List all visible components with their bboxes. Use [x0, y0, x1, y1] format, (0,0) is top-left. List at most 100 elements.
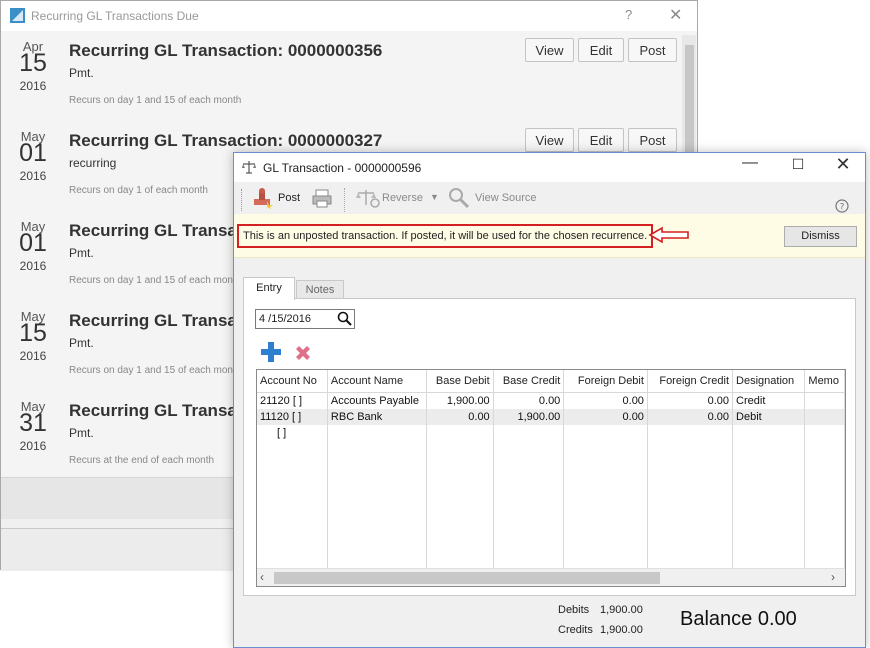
table-row-empty [257, 441, 845, 586]
cell-foreign-credit[interactable]: 0.00 [647, 409, 734, 425]
date-field[interactable]: 4 /15/2016 [255, 309, 355, 329]
recurring-window-titlebar: Recurring GL Transactions Due ? ✕ [1, 1, 697, 31]
item-description: Pmt. [69, 336, 94, 350]
debits-label: Debits [558, 604, 590, 616]
column-header[interactable]: Foreign Credit [647, 370, 734, 393]
table-row[interactable]: 11120 [ ] RBC Bank 0.00 1,900.00 0.00 0.… [257, 409, 845, 425]
item-recurrence: Recurs on day 1 and 15 of each month [69, 365, 242, 376]
cell-account-name[interactable]: RBC Bank [327, 409, 428, 425]
column-header[interactable]: Base Credit [493, 370, 565, 393]
transaction-grid: Account No Account Name Base Debit Base … [256, 369, 846, 587]
print-icon[interactable] [311, 187, 333, 209]
cell-account-name[interactable]: Accounts Payable [327, 392, 428, 409]
item-description: Pmt. [69, 426, 94, 440]
cell-designation[interactable]: Credit [732, 392, 806, 409]
help-icon[interactable]: ? [835, 199, 849, 213]
item-year: 2016 [19, 439, 47, 453]
toolbar-view-source-button: View Source [475, 192, 537, 204]
item-year: 2016 [19, 169, 47, 183]
cell-foreign-credit[interactable]: 0.00 [647, 392, 734, 409]
column-header[interactable]: Foreign Debit [563, 370, 648, 393]
cell-memo[interactable] [804, 409, 845, 425]
edit-button[interactable]: Edit [578, 128, 624, 152]
list-item: Apr 15 2016 Recurring GL Transaction: 00… [1, 31, 681, 121]
cell-foreign-credit[interactable] [647, 425, 734, 441]
column-header[interactable]: Base Debit [426, 370, 494, 393]
cell-designation[interactable]: Debit [732, 409, 806, 425]
item-year: 2016 [19, 259, 47, 273]
dismiss-button[interactable]: Dismiss [784, 226, 857, 247]
cell-account-no[interactable]: 21120 [ ] [257, 392, 328, 409]
close-button[interactable]: ✕ [669, 5, 682, 25]
item-recurrence: Recurs at the end of each month [69, 455, 215, 466]
view-button[interactable]: View [525, 38, 574, 62]
cell-base-debit[interactable]: 0.00 [426, 409, 494, 425]
remove-row-icon[interactable] [293, 343, 313, 363]
tab-notes[interactable]: Notes [296, 280, 344, 300]
toolbar-reverse-button: Reverse [382, 192, 423, 204]
column-header[interactable]: Designation [732, 370, 806, 393]
cell-base-debit[interactable]: 1,900.00 [426, 392, 494, 409]
cell-account-no[interactable]: 11120 [ ] [257, 409, 328, 425]
gl-transaction-titlebar: GL Transaction - 0000000596 — ☐ ✕ [234, 153, 865, 182]
maximize-button[interactable]: ☐ [787, 156, 809, 173]
close-button[interactable]: ✕ [832, 154, 854, 175]
toolbar: Post Reverse ▼ View Source ? [234, 182, 865, 213]
debits-value: 1,900.00 [600, 604, 643, 616]
gl-transaction-window: GL Transaction - 0000000596 — ☐ ✕ Post R… [233, 152, 866, 648]
cell-base-credit[interactable]: 1,900.00 [493, 409, 565, 425]
item-day: 01 [19, 139, 47, 167]
minimize-button[interactable]: — [739, 154, 761, 172]
column-header[interactable]: Account No [257, 370, 328, 393]
view-button[interactable]: View [525, 128, 574, 152]
grid-header-row: Account No Account Name Base Debit Base … [257, 370, 845, 393]
grid-table: Account No Account Name Base Debit Base … [257, 370, 845, 586]
edit-button[interactable]: Edit [578, 38, 624, 62]
scrollbar-thumb[interactable] [274, 572, 660, 584]
item-recurrence: Recurs on day 1 of each month [69, 185, 208, 196]
post-button[interactable]: Post [628, 38, 677, 62]
cell-base-debit[interactable] [426, 425, 494, 441]
post-stamp-icon[interactable] [250, 187, 274, 209]
cell-memo[interactable] [804, 425, 845, 441]
item-day: 31 [19, 409, 47, 437]
help-button[interactable]: ? [625, 7, 632, 22]
cell-account-no[interactable]: [ ] [257, 425, 328, 441]
item-description: Pmt. [69, 66, 94, 80]
scale-icon [242, 161, 256, 174]
toolbar-grip [241, 189, 244, 211]
add-row-icon[interactable] [260, 341, 282, 363]
cell-foreign-debit[interactable] [563, 425, 648, 441]
dropdown-arrow-icon: ▼ [430, 192, 439, 202]
tab-entry[interactable]: Entry [243, 277, 295, 300]
cell-foreign-debit[interactable]: 0.00 [563, 392, 648, 409]
horizontal-scrollbar[interactable]: ‹ › [257, 568, 845, 586]
item-title: Recurring GL Transaction: 0000000327 [69, 131, 383, 150]
cell-account-name[interactable] [327, 425, 428, 441]
post-button[interactable]: Post [628, 128, 677, 152]
item-description: Pmt. [69, 246, 94, 260]
column-header[interactable]: Account Name [327, 370, 428, 393]
table-row[interactable]: [ ] [257, 425, 845, 441]
item-year: 2016 [19, 79, 47, 93]
scroll-left-icon[interactable]: ‹ [260, 570, 264, 584]
notice-message: This is an unposted transaction. If post… [237, 224, 654, 248]
scroll-right-icon[interactable]: › [831, 570, 835, 584]
search-icon[interactable] [337, 311, 352, 326]
reverse-scale-icon [356, 190, 380, 208]
window-title: GL Transaction - 0000000596 [263, 161, 422, 175]
date-value: 4 /15/2016 [259, 313, 311, 325]
credits-label: Credits [558, 624, 593, 636]
cell-foreign-debit[interactable]: 0.00 [563, 409, 648, 425]
arrow-left-icon [648, 226, 689, 244]
table-row[interactable]: 21120 [ ] Accounts Payable 1,900.00 0.00… [257, 392, 845, 409]
cell-designation[interactable] [732, 425, 806, 441]
toolbar-post-button[interactable]: Post [278, 192, 300, 204]
item-title: Recurring GL Transaction: 0000000356 [69, 41, 383, 60]
cell-base-credit[interactable]: 0.00 [493, 392, 565, 409]
item-year: 2016 [19, 349, 47, 363]
cell-base-credit[interactable] [493, 425, 565, 441]
window-title: Recurring GL Transactions Due [31, 9, 199, 23]
cell-memo[interactable] [804, 392, 845, 409]
column-header[interactable]: Memo [804, 370, 845, 393]
